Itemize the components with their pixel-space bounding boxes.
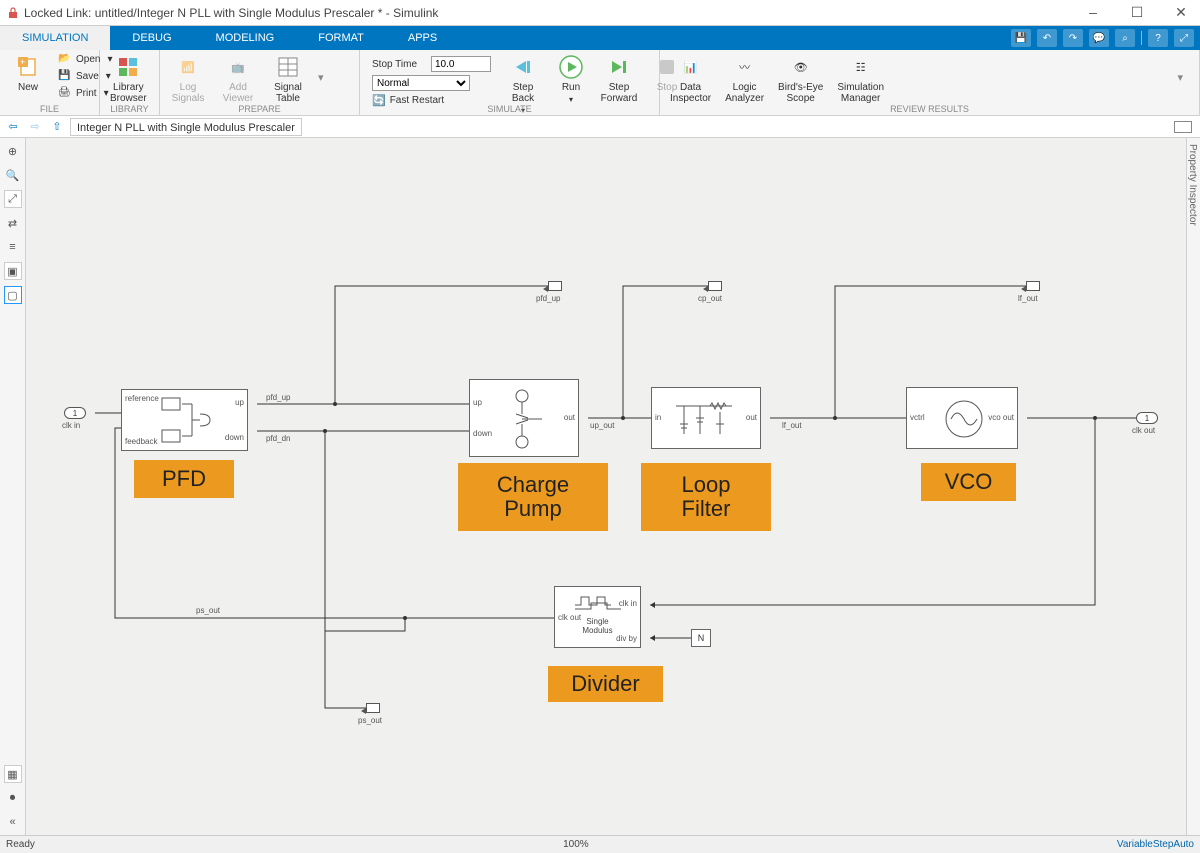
scope-pfd-up-label: pfd_up	[536, 294, 560, 303]
save-quick-icon[interactable]: 💾	[1011, 29, 1031, 47]
outport-label: clk out	[1132, 426, 1155, 435]
scope-ps-out[interactable]	[366, 703, 380, 713]
lock-icon	[6, 6, 20, 20]
review-expand-icon[interactable]: ▾	[1177, 71, 1183, 84]
ribbon-tabstrip: SIMULATION DEBUG MODELING FORMAT APPS 💾 …	[0, 26, 1200, 50]
birds-eye-button[interactable]: 👁Bird's-Eye Scope	[776, 52, 825, 106]
block-loop-filter[interactable]: in out	[651, 387, 761, 449]
stoptime-label: Stop Time	[372, 59, 427, 70]
zoom-icon[interactable]: 🔍	[4, 166, 22, 184]
signal-ps-out: ps_out	[196, 606, 220, 615]
undo-icon[interactable]: ↶	[1037, 29, 1057, 47]
scope-lf-out[interactable]	[1026, 281, 1040, 291]
minimize-button[interactable]: –	[1080, 4, 1106, 21]
library-browser-button[interactable]: Library Browser	[108, 52, 149, 106]
close-button[interactable]: ✕	[1168, 4, 1194, 21]
breadcrumb-bar: ⇦ ⇨ ⇧ Integer N PLL with Single Modulus …	[0, 116, 1200, 138]
tab-simulation[interactable]: SIMULATION	[0, 26, 110, 50]
annotation-pfd[interactable]: PFD	[134, 460, 234, 498]
nav-up-icon[interactable]: ⇧	[48, 119, 66, 135]
section-review-label: REVIEW RESULTS	[660, 104, 1199, 114]
signal-lf-out: lf_out	[782, 421, 802, 430]
signal-pfd-dn: pfd_dn	[266, 434, 290, 443]
block-n-constant[interactable]: N	[691, 629, 711, 647]
model-config-icon[interactable]	[1174, 121, 1192, 133]
annotation-cp[interactable]: Charge Pump	[458, 463, 608, 531]
svg-text:+: +	[20, 57, 25, 67]
new-button[interactable]: + New	[8, 52, 48, 95]
logic-analyzer-button[interactable]: 〰Logic Analyzer	[723, 52, 766, 106]
help-icon[interactable]: ?	[1148, 29, 1168, 47]
inport-label: clk in	[62, 421, 80, 430]
section-prepare-label: PREPARE	[160, 104, 359, 114]
redo-icon[interactable]: ↷	[1063, 29, 1083, 47]
tab-format[interactable]: FORMAT	[296, 26, 386, 50]
block-pfd[interactable]: reference feedback up down	[121, 389, 248, 451]
status-ready: Ready	[6, 839, 35, 850]
status-solver[interactable]: VariableStepAuto	[1117, 839, 1194, 850]
collapse-icon[interactable]: «	[4, 813, 22, 831]
block-charge-pump[interactable]: up down out	[469, 379, 579, 457]
annotation-lf[interactable]: Loop Filter	[641, 463, 771, 531]
scope-cp-out[interactable]	[708, 281, 722, 291]
scope-lf-out-label: lf_out	[1018, 294, 1038, 303]
scope-pfd-up[interactable]	[548, 281, 562, 291]
nav-back-icon[interactable]: ⇦	[4, 119, 22, 135]
block-divider[interactable]: clk in div by clk out Single Modulus	[554, 586, 641, 648]
sim-manager-button[interactable]: ☷Simulation Manager	[835, 52, 886, 106]
tab-apps[interactable]: APPS	[386, 26, 459, 50]
signal-pfd-up: pfd_up	[266, 393, 290, 402]
fit-icon[interactable]: ⤢	[4, 190, 22, 208]
sample-time-icon[interactable]: ≡	[4, 238, 22, 256]
search-icon[interactable]: ⌕	[1115, 29, 1135, 47]
inport-clk-in[interactable]: 1	[64, 407, 86, 419]
image-icon[interactable]: ▦	[4, 765, 22, 783]
log-signals-button[interactable]: 📶Log Signals	[168, 52, 208, 106]
section-file-label: FILE	[0, 104, 99, 114]
status-bar: Ready 100% VariableStepAuto	[0, 835, 1200, 853]
annotation-icon[interactable]: ▢	[4, 286, 22, 304]
signal-table-button[interactable]: Signal Table	[268, 52, 308, 106]
model-canvas[interactable]: 1 clk in reference feedback up down pfd_…	[26, 138, 1186, 835]
fullscreen-icon[interactable]: ⤢	[1174, 29, 1194, 47]
outport-clk-out[interactable]: 1	[1136, 412, 1158, 424]
right-rail: Property Inspector	[1186, 138, 1200, 835]
window-title: Locked Link: untitled/Integer N PLL with…	[24, 6, 1080, 20]
section-library-label: LIBRARY	[100, 104, 159, 114]
annotation-divider[interactable]: Divider	[548, 666, 663, 702]
title-bar: Locked Link: untitled/Integer N PLL with…	[0, 0, 1200, 26]
tab-debug[interactable]: DEBUG	[110, 26, 193, 50]
canvas-toolbar: ⊕ 🔍 ⤢ ⇄ ≡ ▣ ▢ ▦ ⏺ «	[0, 138, 26, 835]
sim-mode-select[interactable]: Normal	[372, 75, 470, 91]
scope-cp-out-label: cp_out	[698, 294, 722, 303]
section-simulate-label: SIMULATE	[360, 104, 659, 114]
stoptime-input[interactable]	[431, 56, 491, 72]
maximize-button[interactable]: ☐	[1124, 4, 1150, 21]
scope-ps-out-label: ps_out	[358, 716, 382, 725]
explorer-icon[interactable]: ⊕	[4, 142, 22, 160]
property-inspector-label[interactable]: Property Inspector	[1187, 144, 1198, 226]
annotation-vco[interactable]: VCO	[921, 463, 1016, 501]
breadcrumb-model[interactable]: Integer N PLL with Single Modulus Presca…	[70, 118, 302, 136]
data-inspector-button[interactable]: 📊Data Inspector	[668, 52, 713, 106]
add-viewer-button[interactable]: 📺Add Viewer	[218, 52, 258, 106]
nav-fwd-icon[interactable]: ⇨	[26, 119, 44, 135]
record-icon[interactable]: ⏺	[4, 789, 22, 807]
comment-icon[interactable]: 💬	[1089, 29, 1109, 47]
status-zoom[interactable]: 100%	[35, 839, 1117, 850]
screenshot-icon[interactable]: ▣	[4, 262, 22, 280]
toolstrip: + New 📂Open▾ 💾Save▾ 🖨Print▾ FILE Library…	[0, 50, 1200, 116]
block-vco[interactable]: vctrl vco out	[906, 387, 1018, 449]
signal-up-out: up_out	[590, 421, 614, 430]
arrows-icon[interactable]: ⇄	[4, 214, 22, 232]
tab-modeling[interactable]: MODELING	[194, 26, 297, 50]
